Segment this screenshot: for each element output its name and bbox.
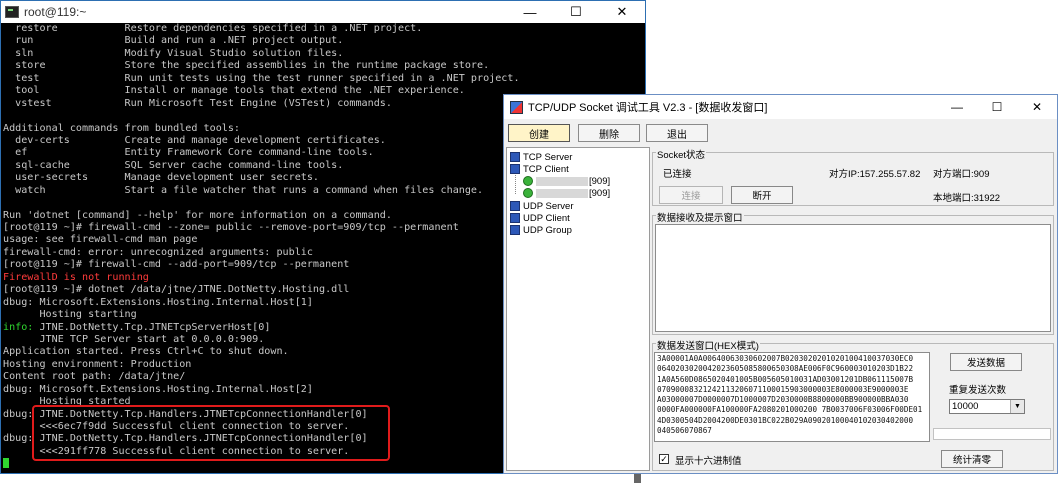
show-hex-checkbox[interactable]: ✓ [659, 454, 669, 464]
tree-item-udp-group[interactable]: UDP Group [510, 224, 572, 236]
exit-button[interactable]: 退出 [646, 124, 708, 142]
hex-line: 0640203020042023605085800650308AE006F0C9… [657, 364, 914, 374]
tree-item-client-connection-2[interactable]: [909] [523, 187, 610, 199]
socket-maximize-button[interactable]: ☐ [977, 95, 1017, 119]
tree-item-tcp-client[interactable]: TCP Client [510, 163, 569, 175]
tree-item-udp-server[interactable]: UDP Server [510, 200, 574, 212]
send-status-field [933, 428, 1051, 440]
connection-icon [523, 176, 533, 186]
tree-item-client-connection-1[interactable]: [909] [523, 175, 610, 187]
hex-line: 0000FA000000FA100000FA2080201000200 7B00… [657, 405, 923, 415]
local-port: 本地端口:31922 [933, 193, 1001, 204]
socket-status-group: Socket状态 已连接 对方IP:157.255.57.82 对方端口:909… [652, 147, 1054, 206]
hex-line: 4D0300504D2004200DE0301BC022B029A0902010… [657, 415, 914, 425]
terminal-titlebar[interactable]: root@119:~ — ☐ ✕ [1, 1, 645, 23]
socket-close-button[interactable]: ✕ [1017, 95, 1057, 119]
terminal-line: run Build and run a .NET project output. [3, 35, 344, 47]
terminal-cursor [3, 458, 9, 469]
socket-toolbar: 创建 删除 退出 [504, 121, 1057, 147]
send-label: 数据发送窗口(HEX模式) [656, 338, 760, 352]
terminal-line: restore Restore dependencies specified i… [3, 23, 423, 34]
terminal-maximize-button[interactable]: ☐ [553, 1, 599, 23]
socket-title: TCP/UDP Socket 调试工具 V2.3 - [数据收发窗口] [528, 102, 768, 114]
tree-connector [515, 175, 516, 194]
connection-state: 已连接 [663, 169, 692, 180]
connect-button[interactable]: 连接 [659, 186, 723, 204]
client-icon [510, 213, 520, 223]
server-icon [510, 201, 520, 211]
remote-port: 对方端口:909 [933, 169, 990, 180]
connection-highlight-box [32, 405, 390, 461]
hex-line: 3A00001A0A00640063030602007B020302020102… [657, 354, 914, 363]
show-hex-label: 显示十六进制值 [675, 456, 742, 467]
send-hex-textarea[interactable]: 3A00001A0A00640063030602007B020302020102… [654, 352, 930, 442]
send-group: 数据发送窗口(HEX模式) 3A00001A0A0064006303060200… [652, 338, 1054, 471]
terminal-line: sln Modify Visual Studio solution files. [3, 47, 344, 59]
socket-titlebar[interactable]: TCP/UDP Socket 调试工具 V2.3 - [数据收发窗口] — ☐ … [504, 95, 1057, 119]
reset-stats-button[interactable]: 统计清零 [941, 450, 1003, 468]
terminal-line: store Store the specified assemblies in … [3, 60, 490, 72]
hex-line: 040506070867 [657, 426, 712, 436]
chevron-down-icon[interactable]: ▼ [1010, 400, 1024, 413]
hex-line: A03000007D0000007D1000007D2030000B880000… [657, 395, 909, 405]
terminal-title: root@119:~ [24, 5, 87, 19]
terminal-minimize-button[interactable]: — [507, 1, 553, 23]
delete-button[interactable]: 删除 [578, 124, 640, 142]
redacted-ip [536, 188, 588, 198]
connection-icon [523, 188, 533, 198]
tree-item-udp-client[interactable]: UDP Client [510, 212, 570, 224]
socket-app-icon [510, 100, 523, 114]
terminal-icon [5, 6, 19, 18]
tree-item-tcp-server[interactable]: TCP Server [510, 151, 572, 163]
remote-ip: 对方IP:157.255.57.82 [829, 169, 921, 180]
terminal-line: test Run unit tests using the test runne… [3, 72, 520, 84]
repeat-count-select[interactable]: 10000 ▼ [949, 399, 1025, 414]
connection-tree[interactable]: TCP Server TCP Client [909] [909] UDP Se… [506, 147, 650, 471]
socket-status-label: Socket状态 [656, 147, 707, 161]
redacted-ip [536, 176, 588, 186]
create-button[interactable]: 创建 [508, 124, 570, 142]
client-icon [510, 164, 520, 174]
receive-label: 数据接收及提示窗口 [656, 210, 744, 224]
repeat-count-label: 重复发送次数 [949, 385, 1007, 396]
group-icon [510, 225, 520, 235]
receive-textarea[interactable] [655, 224, 1051, 332]
receive-group: 数据接收及提示窗口 [652, 210, 1054, 335]
terminal-close-button[interactable]: ✕ [599, 1, 645, 23]
server-icon [510, 152, 520, 162]
disconnect-button[interactable]: 断开 [731, 186, 793, 204]
socket-tool-window[interactable]: TCP/UDP Socket 调试工具 V2.3 - [数据收发窗口] — ☐ … [503, 94, 1058, 474]
hex-line: 1A0A560D0865020401005B005605010031AD0300… [657, 374, 914, 384]
send-data-button[interactable]: 发送数据 [950, 353, 1022, 371]
socket-minimize-button[interactable]: — [937, 95, 977, 119]
hex-line: 07090008321242113206071100015903000003E8… [657, 384, 909, 394]
